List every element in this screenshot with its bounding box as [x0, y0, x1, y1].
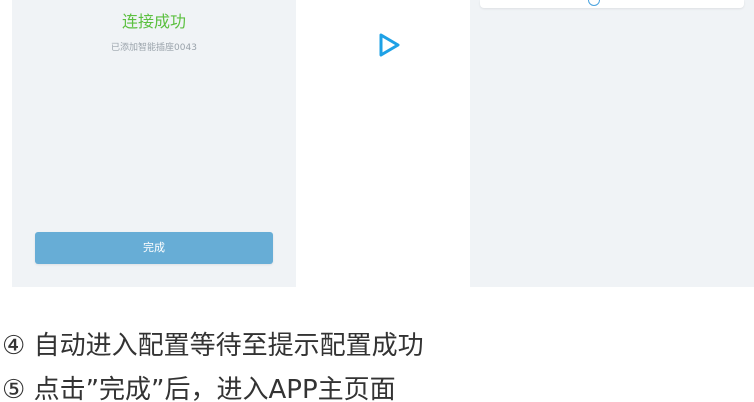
tutorial-page: 连接成功 已添加智能插座0043 完成 ④ 自动进入配置等待至提示配置成功 ⑤ … — [0, 0, 754, 402]
instruction-step-5: ⑤ 点击”完成”后，进入APP主页面 — [2, 375, 396, 402]
right-phone-screen — [470, 0, 754, 287]
device-added-subtitle: 已添加智能插座0043 — [111, 43, 197, 53]
connection-success-title: 连接成功 — [121, 12, 186, 31]
app-home-card — [480, 0, 744, 8]
done-button[interactable]: 完成 — [35, 232, 273, 264]
instruction-step-4: ④ 自动进入配置等待至提示配置成功 — [2, 331, 424, 361]
info-circle-icon — [588, 0, 600, 6]
left-phone-screen: 连接成功 已添加智能插座0043 完成 — [12, 0, 296, 287]
play-arrow-icon — [379, 33, 400, 57]
